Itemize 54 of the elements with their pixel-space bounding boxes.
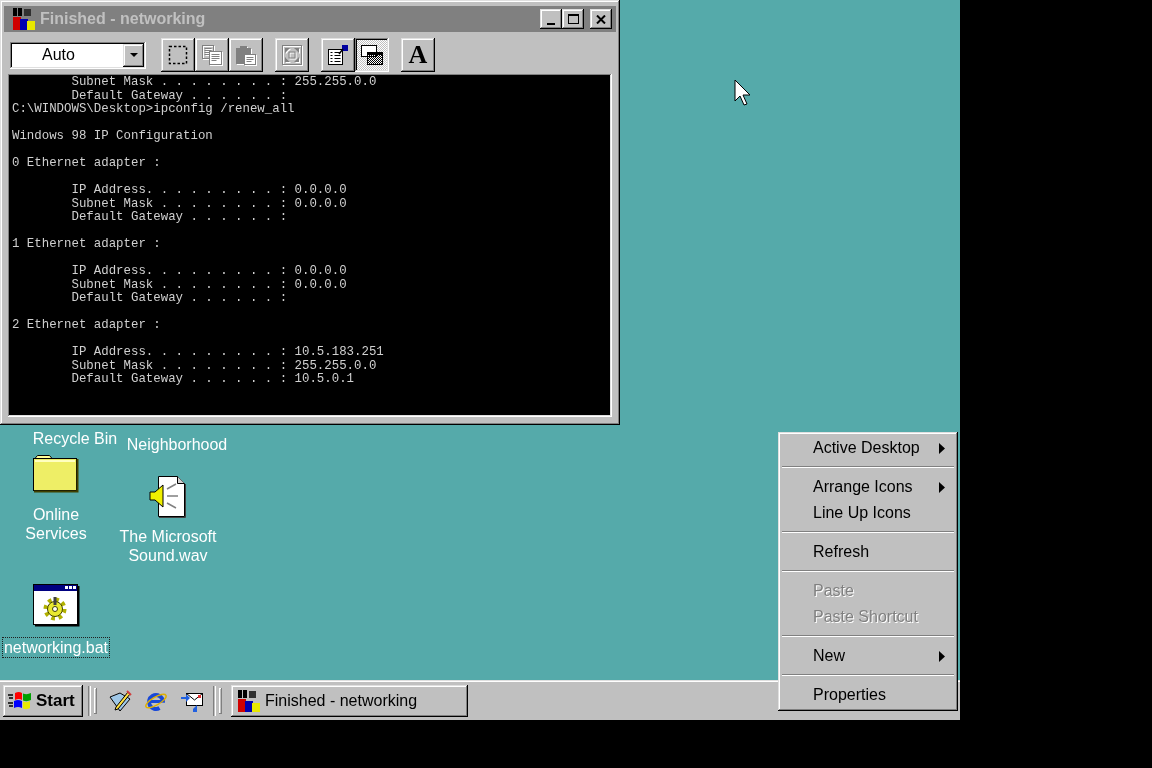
console-line: Default Gateway . . . . . . : bbox=[71, 292, 288, 306]
sound-file-icon[interactable] bbox=[149, 475, 187, 519]
caret-down-icon bbox=[129, 53, 138, 57]
submenu-arrow-icon bbox=[939, 481, 945, 493]
console-line: Default Gateway . . . . . . : 10.5.0.1 bbox=[71, 373, 355, 387]
console-line: Windows 98 IP Configuration bbox=[12, 130, 213, 144]
dropdown-button[interactable] bbox=[123, 43, 144, 67]
task-button[interactable]: Finished - networking bbox=[231, 685, 468, 717]
console-line: C:\WINDOWS\Desktop>ipconfig /renew_all bbox=[12, 103, 295, 117]
menu-item[interactable]: New bbox=[781, 643, 955, 669]
menu-item[interactable]: Properties bbox=[781, 682, 955, 708]
document-icon bbox=[327, 44, 349, 66]
close-icon bbox=[596, 14, 606, 24]
submenu-arrow-icon bbox=[939, 442, 945, 454]
dashed-rectangle-icon bbox=[167, 44, 189, 66]
console-line: 1 Ethernet adapter : bbox=[12, 238, 161, 252]
menu-item[interactable]: Line Up Icons bbox=[781, 500, 955, 526]
minimize-icon bbox=[547, 23, 555, 25]
app-icon bbox=[237, 689, 261, 713]
start-button[interactable]: Start bbox=[3, 685, 83, 717]
console-line: Subnet Mask . . . . . . . . : 255.255.0.0 bbox=[71, 76, 377, 90]
mouse-pointer-icon bbox=[734, 79, 751, 106]
batch-file-icon[interactable] bbox=[32, 583, 80, 627]
font-button[interactable]: A bbox=[401, 38, 435, 72]
console-line: IP Address. . . . . . . . . : 0.0.0.0 bbox=[71, 265, 347, 279]
app-icon bbox=[12, 7, 36, 31]
console-line: Subnet Mask . . . . . . . . : 255.255.0.0 bbox=[71, 359, 377, 373]
console-line: Subnet Mask . . . . . . . . : 0.0.0.0 bbox=[71, 278, 347, 292]
submenu-arrow-icon bbox=[939, 650, 945, 662]
console-line: 2 Ethernet adapter : bbox=[12, 319, 161, 333]
minimize-button[interactable] bbox=[540, 9, 562, 29]
menu-item[interactable]: Refresh bbox=[781, 539, 955, 565]
close-button[interactable] bbox=[590, 9, 612, 29]
console-line: IP Address. . . . . . . . . : 10.5.183.251 bbox=[71, 346, 384, 360]
properties-button[interactable] bbox=[321, 38, 355, 72]
console-line: 0 Ethernet adapter : bbox=[12, 157, 161, 171]
console-line: IP Address. . . . . . . . . : 0.0.0.0 bbox=[71, 184, 347, 198]
pages-icon bbox=[201, 44, 223, 66]
menu-item[interactable]: Arrange Icons bbox=[781, 474, 955, 500]
menu-item[interactable]: Active Desktop bbox=[781, 435, 955, 461]
folder-icon[interactable] bbox=[32, 453, 80, 493]
console-line: Default Gateway . . . . . . : bbox=[71, 211, 288, 225]
mark-button[interactable] bbox=[161, 38, 195, 72]
font-size-dropdown[interactable]: Auto bbox=[10, 41, 146, 69]
window-title: Finished - networking bbox=[40, 10, 206, 28]
maximize-icon bbox=[567, 14, 579, 24]
maximize-button[interactable] bbox=[562, 9, 584, 29]
clipboard-icon bbox=[235, 44, 257, 66]
arrows-box-icon bbox=[281, 44, 303, 66]
window-icon bbox=[360, 44, 384, 66]
pencil-icon[interactable] bbox=[108, 689, 132, 713]
flag-icon bbox=[7, 690, 33, 712]
console-line: Subnet Mask . . . . . . . . : 0.0.0.0 bbox=[71, 197, 347, 211]
console-line: Default Gateway . . . . . . : bbox=[71, 89, 288, 103]
